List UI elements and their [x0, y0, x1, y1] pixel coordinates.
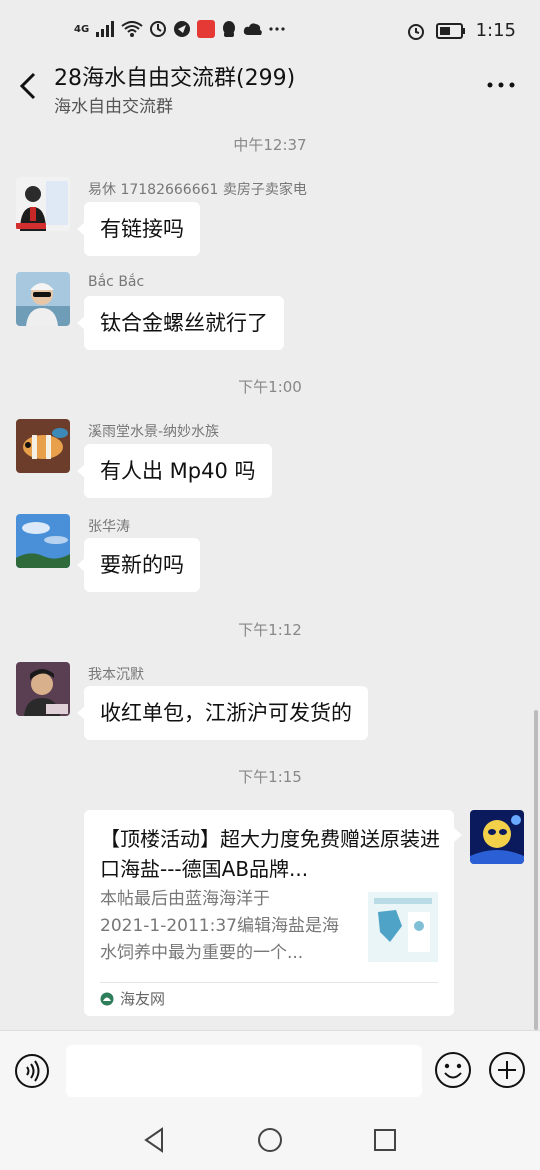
avatar[interactable]	[16, 419, 70, 473]
home-circle-icon[interactable]	[255, 1125, 285, 1155]
input-bar	[0, 1030, 540, 1111]
network-type: 4G	[74, 23, 90, 35]
link-card-thumbnail	[368, 892, 438, 962]
chat-header: 28海水自由交流群(299) 海水自由交流群	[0, 56, 540, 118]
status-right-icons: 1:15	[406, 20, 516, 41]
sender-name: Bắc Bắc	[88, 274, 145, 290]
system-nav-bar	[0, 1110, 540, 1170]
sender-name: 溪雨堂水景-纳妙水族	[88, 424, 220, 440]
message-bubble[interactable]: 要新的吗	[77, 538, 200, 592]
timestamp: 下午1:15	[238, 768, 302, 786]
signal-icon	[96, 21, 115, 37]
plus-circle-icon[interactable]	[488, 1051, 526, 1089]
app-icon	[197, 20, 216, 38]
timestamp: 中午12:37	[233, 136, 307, 154]
avatar[interactable]	[16, 177, 70, 231]
divider	[100, 982, 438, 983]
avatar[interactable]	[16, 514, 70, 568]
chat-title: 28海水自由交流群(299)	[54, 66, 296, 91]
chevron-left-icon[interactable]	[14, 68, 44, 104]
sync-icon	[150, 21, 167, 37]
qq-icon	[223, 21, 236, 37]
timestamp: 下午1:00	[238, 378, 302, 396]
cloud-icon	[244, 23, 262, 35]
message-bubble[interactable]: 有链接吗	[77, 202, 200, 256]
notification-icon	[174, 21, 191, 37]
link-card-desc-line: 水饲养中最为重要的一个...	[100, 943, 304, 963]
avatar-self[interactable]	[470, 810, 524, 864]
more-dots	[269, 27, 285, 31]
message-bubble[interactable]: 钛合金螺丝就行了	[77, 296, 284, 350]
link-card-title: 【顶楼活动】超大力度免费赠送原装进口海盐---德国AB品牌...	[100, 827, 440, 881]
sender-name: 我本沉默	[88, 667, 144, 683]
back-triangle-icon[interactable]	[140, 1125, 170, 1155]
scrollbar[interactable]	[534, 710, 538, 1030]
chat-subtitle: 海水自由交流群	[54, 97, 173, 117]
battery-icon	[435, 22, 465, 39]
link-card-desc-line: 本帖最后由蓝海海洋于	[100, 889, 270, 909]
more-horizontal-icon[interactable]	[486, 74, 516, 96]
link-card-description: 本帖最后由蓝海海洋于 2021-1-2011:37编辑海盐是海 水饲养中最为重要…	[100, 886, 350, 967]
link-card[interactable]: 【顶楼活动】超大力度免费赠送原装进口海盐---德国AB品牌... 本帖最后由蓝海…	[84, 810, 462, 1016]
alarm-icon	[407, 23, 424, 40]
status-time: 1:15	[475, 20, 516, 41]
avatar[interactable]	[16, 272, 70, 326]
status-bar: 4G 1:15	[0, 0, 540, 60]
message-list[interactable]: 中午12:37 易休 17182666661 卖房子卖家电 有链接吗 Bắc B…	[0, 118, 540, 1030]
message-input[interactable]	[66, 1045, 422, 1097]
link-card-desc-line: 2021-1-2011:37编辑海盐是海	[100, 916, 339, 936]
recents-square-icon[interactable]	[370, 1125, 400, 1155]
sender-name: 易休 17182666661 卖房子卖家电	[88, 182, 307, 198]
message-bubble[interactable]: 收红单包，江浙沪可发货的	[77, 686, 368, 740]
link-card-source-name: 海友网	[120, 990, 166, 1008]
link-card-source: 海友网	[100, 988, 165, 1009]
status-left-icons: 4G	[74, 20, 285, 38]
site-logo-icon	[100, 992, 114, 1005]
timestamp: 下午1:12	[238, 621, 302, 639]
voice-icon[interactable]	[14, 1053, 50, 1089]
wifi-icon	[121, 21, 143, 37]
message-bubble[interactable]: 有人出 Mp40 吗	[77, 444, 272, 498]
emoji-icon[interactable]	[434, 1051, 472, 1089]
avatar[interactable]	[16, 662, 70, 716]
sender-name: 张华涛	[88, 519, 130, 535]
